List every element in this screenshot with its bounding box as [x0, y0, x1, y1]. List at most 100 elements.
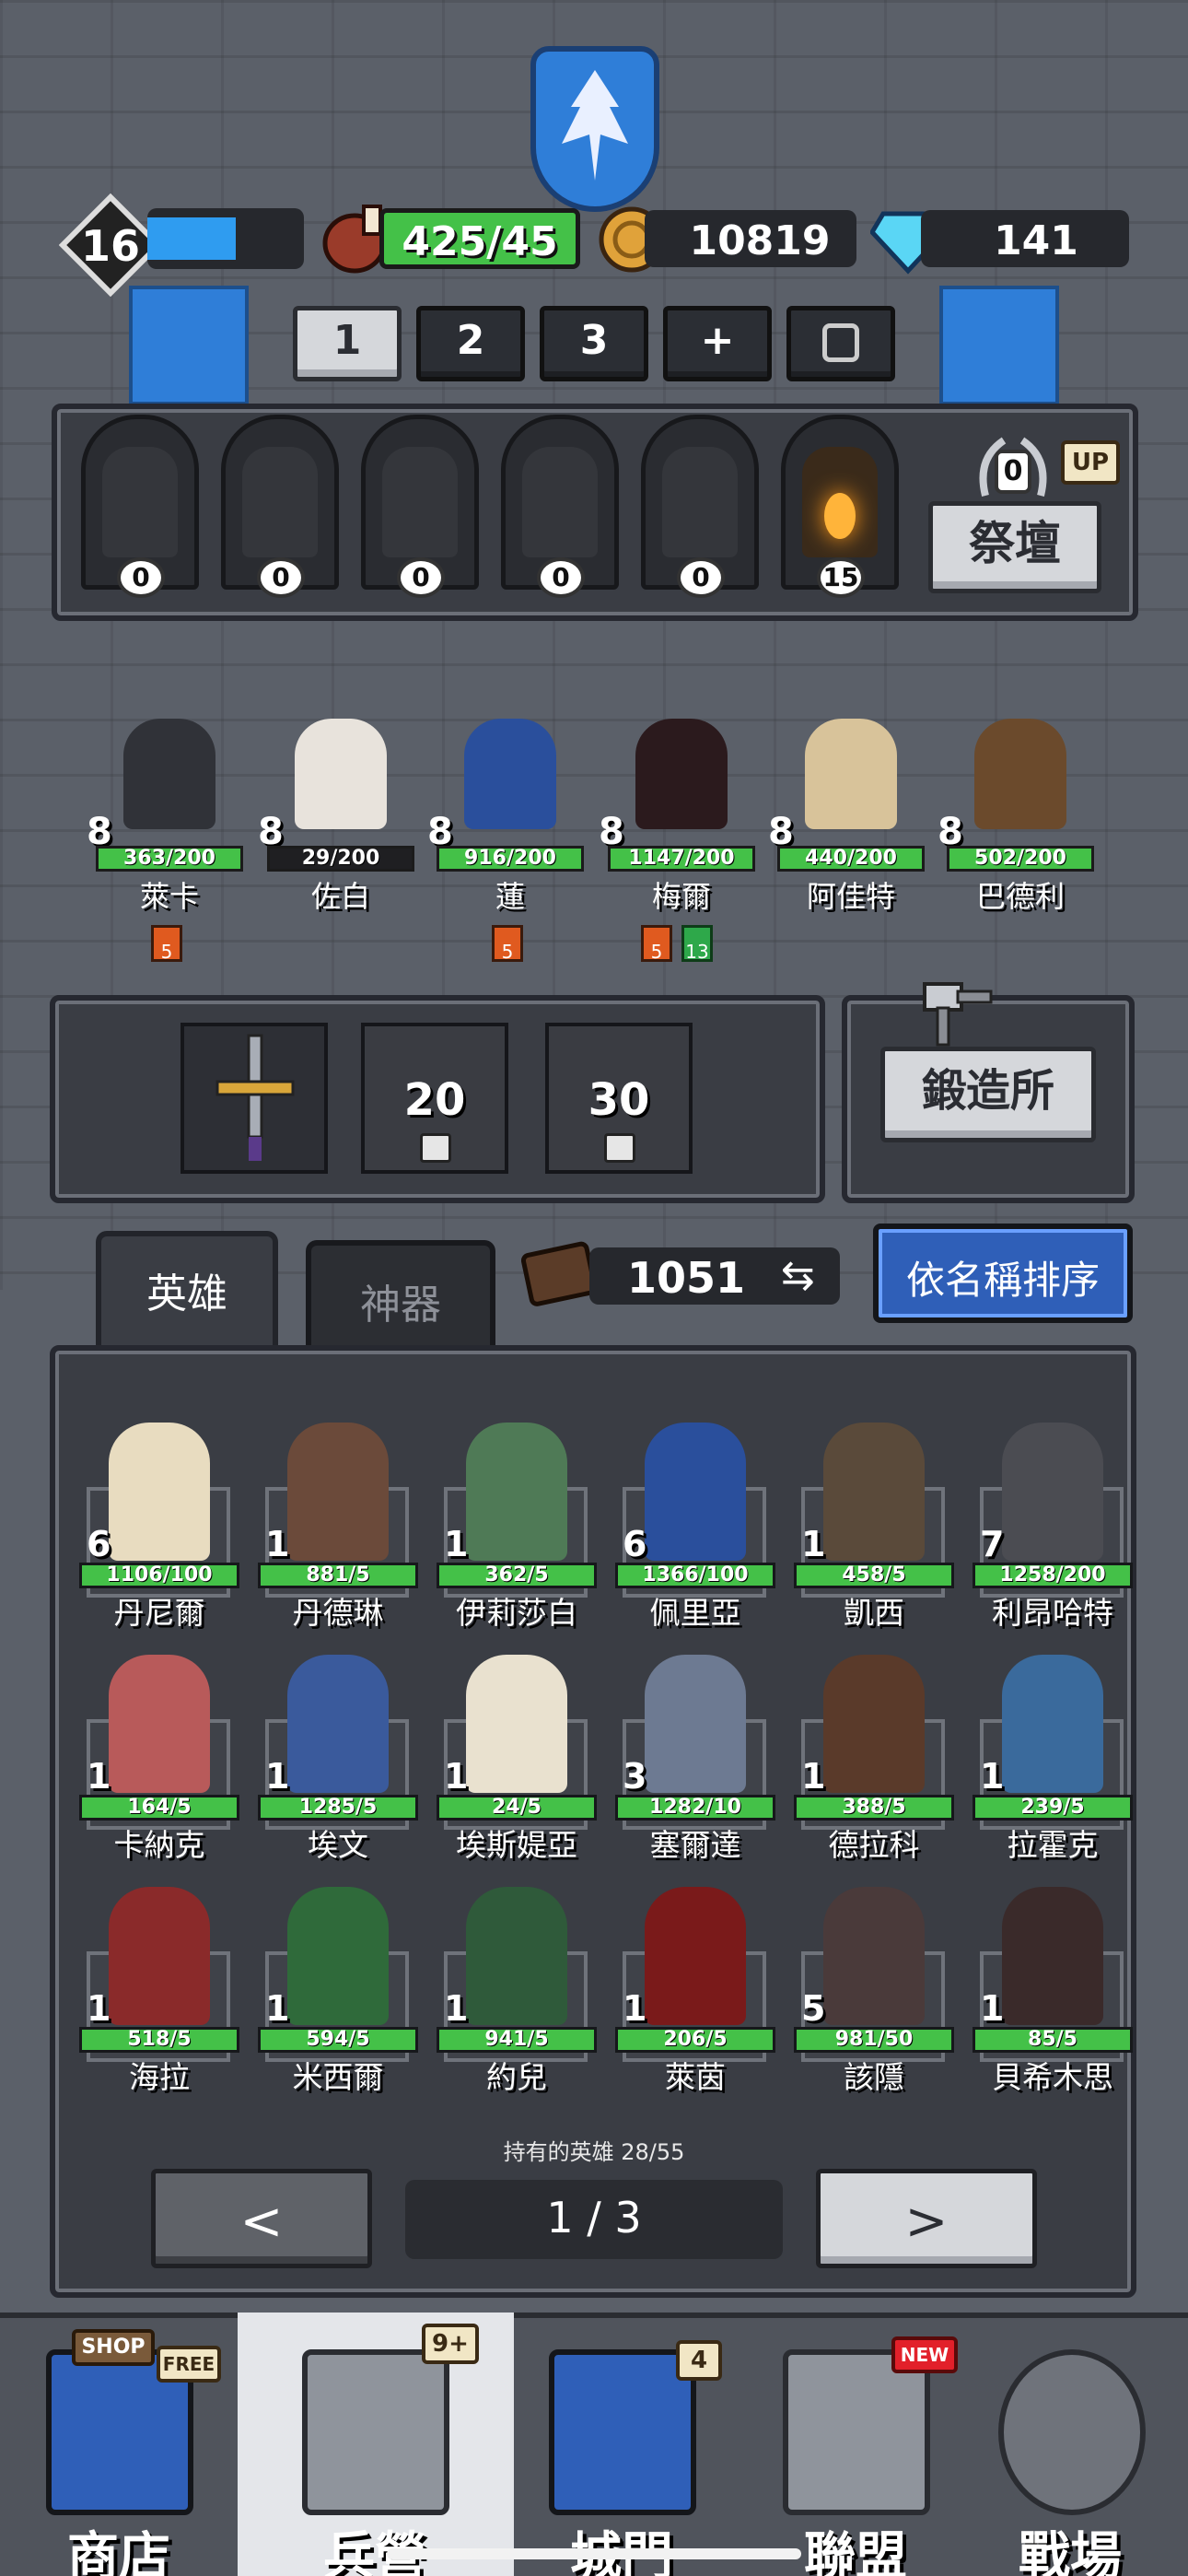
hero-portrait [1002, 1423, 1103, 1561]
hero-portrait [805, 719, 897, 829]
hero-portrait [109, 1423, 210, 1561]
castle-gate-icon [549, 2349, 696, 2515]
party-hero[interactable]: 8 916/200 蓮 [427, 709, 593, 914]
hero-level: 1 [444, 1524, 469, 1564]
prev-page-button[interactable]: < [151, 2169, 372, 2268]
hero-level: 7 [980, 1524, 1005, 1564]
hero-card[interactable]: 1 458/5 凱西 [788, 1404, 960, 1631]
hero-card[interactable]: 6 1106/100 丹尼爾 [74, 1404, 245, 1631]
hero-xp-bar: 518/5 [79, 2027, 239, 2053]
hero-portrait [1002, 1887, 1103, 2025]
team-tab-2[interactable]: 2 [416, 306, 525, 381]
home-indicator [387, 2548, 801, 2559]
party-hero[interactable]: 8 440/200 阿佳特 [768, 709, 934, 914]
party-hero[interactable]: 8 1147/200 梅爾 [599, 709, 764, 914]
hero-card[interactable]: 7 1258/200 利昂哈特 [967, 1404, 1138, 1631]
hero-card[interactable]: 1 1285/5 埃文 [252, 1636, 424, 1863]
hero-name: 利昂哈特 [992, 1595, 1113, 1631]
equipment-slot-locked[interactable]: 30 [545, 1023, 693, 1174]
sort-by-name-button[interactable]: 依名稱排序 [873, 1224, 1133, 1323]
party-hero[interactable]: 8 502/200 巴德利 [938, 709, 1103, 914]
lock-icon [822, 323, 859, 362]
rune-tag: 5 [151, 925, 182, 963]
hero-portrait [823, 1655, 925, 1793]
hero-portrait [123, 719, 215, 829]
hero-card[interactable]: 1 24/5 埃斯媞亞 [431, 1636, 602, 1863]
party-hero[interactable]: 8 363/200 萊卡 [87, 709, 252, 914]
nav-gate[interactable]: 4 城門 [503, 2322, 740, 2576]
hero-xp-bar: 24/5 [437, 1795, 597, 1821]
hero-name: 德拉科 [828, 1827, 920, 1863]
hero-portrait [287, 1887, 389, 2025]
swap-icon[interactable]: ⇆ [781, 1253, 829, 1299]
hero-name: 海拉 [129, 2059, 190, 2095]
hero-card[interactable]: 1 518/5 海拉 [74, 1868, 245, 2095]
shrine-slot[interactable]: 0 [221, 415, 339, 598]
hero-portrait [109, 1655, 210, 1793]
hero-card[interactable]: 1 85/5 貝希木思 [967, 1868, 1138, 2095]
page-indicator: 1 / 3 [405, 2180, 783, 2259]
team-tab-3[interactable]: 3 [540, 306, 648, 381]
hero-card[interactable]: 1 362/5 伊莉莎白 [431, 1404, 602, 1631]
shrine-slot[interactable]: 0 [641, 415, 759, 598]
next-page-button[interactable]: > [816, 2169, 1037, 2268]
tab-artifacts[interactable]: 神器 [306, 1240, 495, 1349]
nav-shop[interactable]: SHOP FREE 商店 [0, 2322, 238, 2576]
altar-button[interactable]: 祭壇 [928, 501, 1101, 593]
meat-counter: 425/45 [379, 208, 580, 269]
left-banner [129, 286, 249, 405]
hero-xp-bar: 1282/10 [615, 1795, 775, 1821]
barracks-badge: 9+ [422, 2324, 479, 2364]
equipment-slot[interactable] [181, 1023, 328, 1174]
tab-heroes[interactable]: 英雄 [96, 1231, 278, 1360]
shrine-slot[interactable]: 0 [81, 415, 199, 598]
hero-xp-bar: 388/5 [794, 1795, 954, 1821]
hero-card[interactable]: 1 881/5 丹德琳 [252, 1404, 424, 1631]
hero-name: 佩里亞 [649, 1595, 741, 1631]
hero-card[interactable]: 1 239/5 拉霍克 [967, 1636, 1138, 1863]
xp-bar [147, 208, 304, 269]
hero-card[interactable]: 5 981/50 該隱 [788, 1868, 960, 2095]
party-hero[interactable]: 8 29/200 佐白 [258, 709, 424, 914]
hero-xp-bar: 85/5 [973, 2027, 1133, 2053]
hero-portrait [823, 1423, 925, 1561]
team-tab-locked[interactable] [786, 306, 895, 381]
shrine-slot-active[interactable]: 15 [781, 415, 899, 598]
hero-portrait [466, 1423, 567, 1561]
team-tab-1[interactable]: 1 [293, 306, 402, 381]
hero-xp-bar: 881/5 [258, 1563, 418, 1588]
shrine-slot[interactable]: 0 [501, 415, 619, 598]
hero-name: 凱西 [844, 1595, 904, 1631]
hero-card[interactable]: 1 388/5 德拉科 [788, 1636, 960, 1863]
hero-level: 1 [801, 1524, 826, 1564]
nav-battlefield[interactable]: 戰場 [952, 2322, 1188, 2576]
hero-xp-bar: 206/5 [615, 2027, 775, 2053]
hero-card[interactable]: 1 206/5 萊茵 [610, 1868, 781, 2095]
hero-portrait [466, 1655, 567, 1793]
shrine-slot[interactable]: 0 [361, 415, 479, 598]
hero-card[interactable]: 1 164/5 卡納克 [74, 1636, 245, 1863]
forge-button[interactable]: 鍛造所 [880, 1047, 1096, 1142]
new-badge: NEW [891, 2336, 958, 2373]
hero-name: 約兒 [486, 2059, 547, 2095]
equipment-slot-locked[interactable]: 20 [361, 1023, 508, 1174]
hero-card[interactable]: 1 941/5 約兒 [431, 1868, 602, 2095]
hero-level: 1 [444, 1756, 469, 1797]
hero-xp-bar: 1106/100 [79, 1563, 239, 1588]
nav-barracks[interactable]: 9+ 兵營 [256, 2322, 494, 2576]
alliance-tower-icon [783, 2349, 930, 2515]
hero-card[interactable]: 6 1366/100 佩里亞 [610, 1404, 781, 1631]
hero-card[interactable]: 1 594/5 米西爾 [252, 1868, 424, 2095]
nav-alliance[interactable]: NEW 聯盟 [737, 2322, 974, 2576]
hero-portrait [635, 719, 728, 829]
hero-level: 1 [265, 1524, 290, 1564]
battlefield-crest-icon [998, 2349, 1146, 2515]
hero-name: 貝希木思 [992, 2059, 1113, 2095]
hero-card[interactable]: 3 1282/10 塞爾達 [610, 1636, 781, 1863]
hero-level: 1 [444, 1988, 469, 2029]
xp-bar-fill [147, 217, 236, 260]
hero-name: 埃斯媞亞 [456, 1827, 577, 1863]
hero-level: 3 [623, 1756, 647, 1797]
team-tab-add[interactable]: + [663, 306, 772, 381]
hammer-icon [921, 980, 995, 1048]
